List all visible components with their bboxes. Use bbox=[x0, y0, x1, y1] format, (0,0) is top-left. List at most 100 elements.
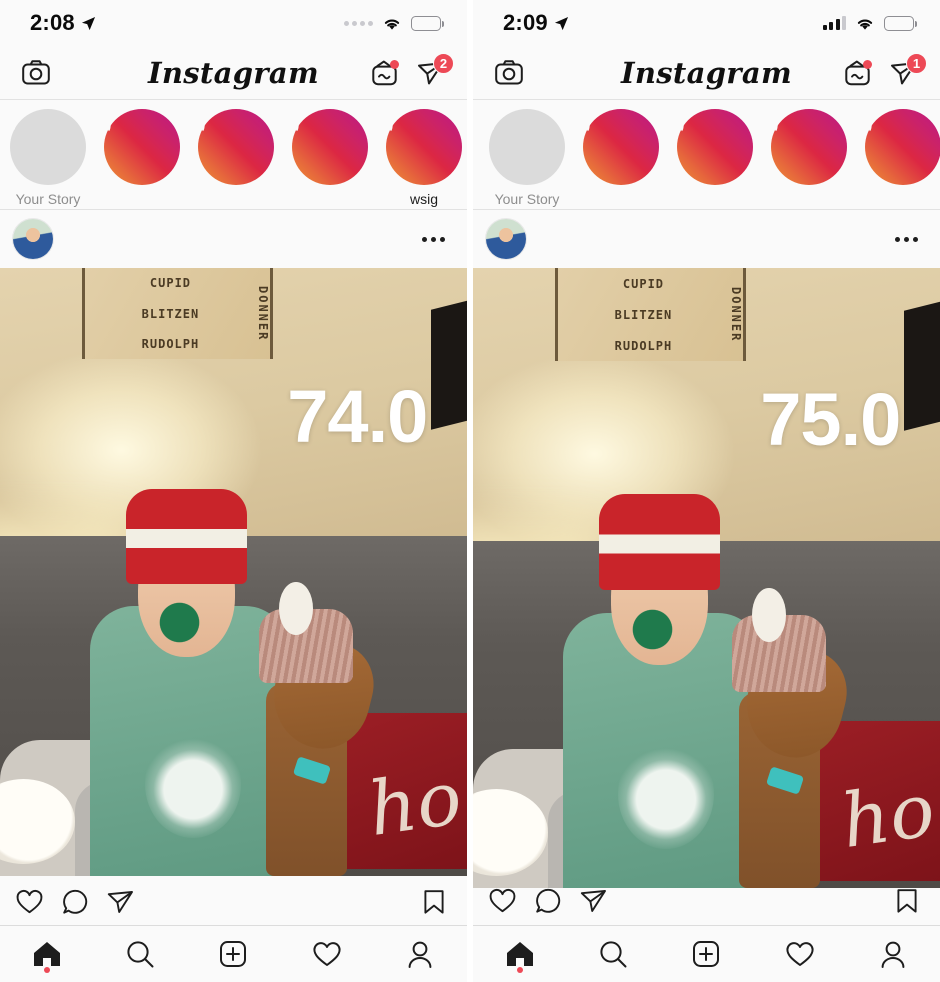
story-ring bbox=[771, 109, 847, 185]
direct-message-icon[interactable]: 2 bbox=[417, 52, 454, 86]
story-avatar bbox=[585, 109, 590, 131]
story-item[interactable]: Your Story bbox=[8, 108, 88, 207]
bookmark-icon[interactable] bbox=[423, 889, 445, 915]
status-bar-right bbox=[344, 15, 445, 31]
igtv-notification-dot bbox=[390, 59, 399, 69]
story-ring bbox=[386, 109, 462, 185]
phone-screen-right: 2:09 Instagram 1 Your Story CUPID BLITZE… bbox=[473, 0, 940, 982]
status-bar-left: 2:09 bbox=[503, 10, 569, 36]
igtv-icon[interactable] bbox=[372, 59, 399, 86]
comment-icon[interactable] bbox=[535, 888, 561, 914]
story-item[interactable]: Your Story bbox=[487, 108, 567, 207]
story-item[interactable] bbox=[863, 109, 940, 191]
story-item[interactable] bbox=[102, 109, 182, 191]
story-avatar bbox=[867, 109, 872, 131]
stories-tray[interactable]: Your Story bbox=[0, 100, 467, 210]
photo-beanie-logo bbox=[625, 609, 680, 650]
pillow-text: ho bbox=[363, 755, 467, 854]
story-item[interactable]: wsig bbox=[384, 109, 464, 207]
battery-full-icon bbox=[411, 15, 445, 31]
camera-icon[interactable] bbox=[22, 60, 50, 85]
bookmark-icon[interactable] bbox=[896, 888, 918, 914]
share-icon[interactable] bbox=[107, 889, 134, 915]
post-action-bar bbox=[473, 888, 940, 924]
photo-dog bbox=[716, 587, 856, 888]
status-time: 2:09 bbox=[503, 10, 548, 35]
story-item[interactable] bbox=[290, 109, 370, 191]
tab-activity[interactable] bbox=[280, 926, 373, 982]
photo-person-beanie bbox=[126, 489, 248, 585]
stories-tray[interactable]: Your Story bbox=[473, 100, 940, 210]
post-action-bar bbox=[0, 876, 467, 928]
post-author[interactable] bbox=[12, 218, 64, 260]
story-avatar bbox=[106, 109, 111, 131]
story-item[interactable] bbox=[196, 109, 276, 191]
battery-full-icon bbox=[884, 15, 918, 31]
post-header bbox=[473, 210, 940, 268]
post-photo[interactable]: CUPID BLITZEN RUDOLPH DONNER ho bbox=[473, 268, 940, 888]
story-avatar bbox=[679, 109, 684, 131]
sign-word: BLITZEN bbox=[141, 306, 200, 321]
post-author[interactable] bbox=[485, 218, 537, 260]
heart-icon[interactable] bbox=[489, 888, 516, 914]
story-item[interactable] bbox=[581, 109, 661, 191]
photo-beanie-logo bbox=[152, 602, 207, 643]
tab-add-post[interactable] bbox=[187, 926, 280, 982]
photo-person-beanie bbox=[599, 493, 721, 591]
avatar[interactable] bbox=[485, 218, 527, 260]
status-time: 2:08 bbox=[30, 10, 75, 35]
story-avatar bbox=[294, 109, 299, 131]
tab-home[interactable] bbox=[473, 926, 566, 982]
navigation-bar: Instagram 2 bbox=[0, 46, 467, 100]
phone-screen-left: 2:08 Instagram 2 Your Story wsig CUPID B… bbox=[0, 0, 467, 982]
photo-tshirt-graphic bbox=[618, 739, 714, 850]
story-ring bbox=[292, 109, 368, 185]
tab-home[interactable] bbox=[0, 926, 93, 982]
tab-profile[interactable] bbox=[847, 926, 940, 982]
cellular-signal-icon bbox=[822, 16, 846, 30]
story-ring bbox=[489, 108, 565, 185]
weight-overlay-value: 75.0 bbox=[760, 377, 901, 461]
camera-icon[interactable] bbox=[495, 60, 523, 85]
weight-overlay-value: 74.0 bbox=[287, 375, 428, 459]
photo-wall-frame bbox=[431, 298, 467, 431]
story-item[interactable] bbox=[675, 109, 755, 191]
igtv-icon[interactable] bbox=[845, 59, 872, 86]
tab-add-post[interactable] bbox=[660, 926, 753, 982]
bottom-tab-bar[interactable] bbox=[0, 925, 467, 982]
comment-icon[interactable] bbox=[62, 889, 88, 915]
sign-word: RUDOLPH bbox=[141, 336, 200, 351]
sign-vertical-word: DONNER bbox=[729, 286, 744, 343]
tab-search[interactable] bbox=[566, 926, 659, 982]
photo-wall-frame bbox=[904, 299, 940, 431]
wifi-icon bbox=[855, 16, 875, 31]
location-arrow-icon bbox=[554, 16, 569, 31]
sign-left-column: CUPID BLITZEN RUDOLPH bbox=[558, 268, 729, 361]
post-actions-left bbox=[489, 888, 607, 914]
sign-word: RUDOLPH bbox=[614, 338, 673, 353]
sign-word: CUPID bbox=[149, 276, 192, 291]
direct-message-badge: 1 bbox=[906, 52, 927, 74]
post-photo[interactable]: CUPID BLITZEN RUDOLPH DONNER ho bbox=[0, 268, 467, 876]
story-ring bbox=[583, 109, 659, 185]
tab-search[interactable] bbox=[93, 926, 186, 982]
story-item[interactable] bbox=[769, 109, 849, 191]
more-options-icon[interactable] bbox=[895, 236, 918, 242]
heart-icon[interactable] bbox=[16, 889, 43, 915]
tab-profile[interactable] bbox=[374, 926, 467, 982]
sign-word: BLITZEN bbox=[614, 307, 673, 322]
bottom-tab-bar[interactable] bbox=[473, 925, 940, 982]
story-avatar bbox=[490, 108, 495, 130]
story-label: Your Story bbox=[494, 191, 560, 207]
sign-vertical-word: DONNER bbox=[256, 285, 271, 342]
share-icon[interactable] bbox=[580, 888, 607, 914]
photo-christmas-sign: CUPID BLITZEN RUDOLPH DONNER bbox=[554, 268, 747, 361]
direct-message-icon[interactable]: 1 bbox=[890, 52, 927, 86]
home-activity-dot bbox=[516, 967, 523, 973]
avatar[interactable] bbox=[12, 218, 54, 260]
more-options-icon[interactable] bbox=[422, 236, 445, 242]
tab-activity[interactable] bbox=[753, 926, 846, 982]
story-label: Your Story bbox=[15, 191, 81, 207]
story-ring bbox=[104, 109, 180, 185]
story-label: wsig bbox=[409, 191, 438, 207]
